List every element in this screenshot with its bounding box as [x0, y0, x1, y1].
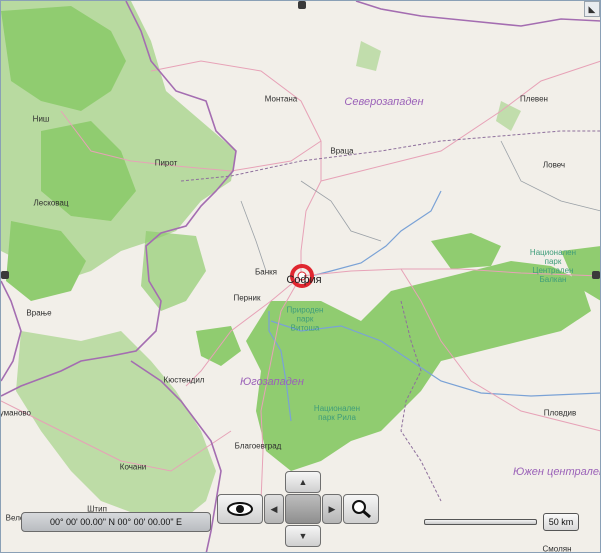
city-label: Куманово — [0, 408, 31, 418]
city-label: Благоевград — [234, 441, 282, 451]
city-label: Перник — [233, 293, 261, 303]
region-label: Южен централен — [512, 466, 601, 478]
city-label: Монтана — [264, 94, 298, 104]
pan-north-tab[interactable] — [298, 1, 306, 9]
park-label: Национален парк Централен Балкан — [529, 248, 577, 284]
pan-right-button[interactable]: ▶ — [322, 494, 342, 524]
arrow-up-icon: ▲ — [298, 477, 308, 487]
scale-label: 50 km — [543, 513, 579, 531]
map-viewport[interactable]: Монтана Ниш Пирот Враца Плевен Ловеч Лес… — [0, 0, 601, 553]
arrow-left-icon: ◀ — [270, 503, 278, 514]
pan-west-tab[interactable] — [1, 271, 9, 279]
expand-corner-icon[interactable]: ◣ — [584, 1, 600, 17]
city-label: Банкя — [255, 267, 277, 277]
magnifier-icon — [352, 500, 371, 519]
view-button[interactable] — [217, 494, 263, 524]
scale-bar — [424, 519, 537, 525]
city-label: Пирот — [154, 158, 178, 168]
arrow-down-icon: ▼ — [298, 531, 308, 541]
park-label: Природен парк Витоша — [286, 305, 324, 333]
city-label: Смолян — [542, 544, 572, 553]
city-label: Плевен — [520, 94, 548, 104]
park-label: Национален парк Рила — [313, 404, 361, 422]
search-button[interactable] — [343, 494, 379, 524]
city-label: Врање — [26, 308, 52, 318]
city-label: Лесковац — [33, 198, 69, 208]
city-label: Кюстендил — [163, 375, 205, 385]
pan-east-tab[interactable] — [592, 271, 600, 279]
city-label: Ловеч — [542, 160, 566, 170]
city-label: Враца — [330, 146, 354, 156]
pan-up-button[interactable]: ▲ — [285, 471, 321, 493]
city-label: Кочани — [119, 462, 147, 472]
pan-center-button[interactable] — [285, 494, 321, 524]
coordinates-display: 00° 00' 00.00" N 00° 00' 00.00" E — [21, 512, 211, 532]
region-label: Югозападен — [240, 376, 304, 388]
pan-left-button[interactable]: ◀ — [264, 494, 284, 524]
eye-icon — [227, 502, 253, 516]
arrow-right-icon: ▶ — [328, 503, 336, 514]
capital-label: София — [286, 274, 322, 286]
pan-down-button[interactable]: ▼ — [285, 525, 321, 547]
region-label: Северозападен — [344, 96, 424, 108]
city-label: Ниш — [32, 114, 50, 124]
city-label: Пловдив — [543, 408, 577, 418]
